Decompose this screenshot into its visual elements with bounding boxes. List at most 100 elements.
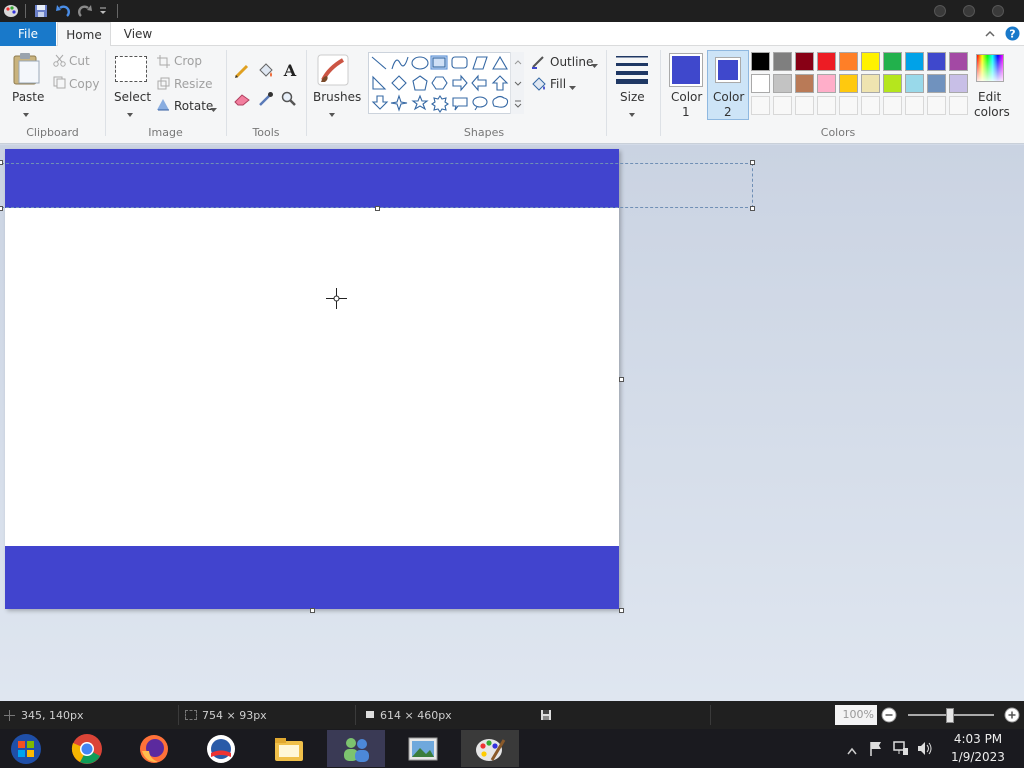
size-button[interactable]: Size: [620, 90, 645, 104]
clock-time[interactable]: 4:03 PM: [940, 732, 1016, 746]
zoom-out-button[interactable]: [881, 707, 897, 723]
palette-color-swatch[interactable]: [773, 52, 792, 71]
selection-handle[interactable]: [750, 206, 755, 211]
custom-color-slot[interactable]: [927, 96, 946, 115]
outline-icon[interactable]: [531, 54, 546, 69]
start-button[interactable]: [0, 730, 52, 767]
palette-color-swatch[interactable]: [751, 74, 770, 93]
close-button[interactable]: [992, 5, 1004, 17]
outline-button[interactable]: Outline: [550, 55, 593, 69]
network-icon[interactable]: [893, 741, 909, 759]
color1-label[interactable]: Color: [671, 90, 702, 104]
selection-handle[interactable]: [750, 160, 755, 165]
select-dropdown-icon[interactable]: [126, 108, 134, 121]
palette-color-swatch[interactable]: [839, 52, 858, 71]
obama-logo-taskbar-icon[interactable]: [192, 730, 250, 767]
resize-button[interactable]: Resize: [174, 77, 212, 91]
undo-icon[interactable]: [54, 2, 72, 20]
custom-color-slot[interactable]: [817, 96, 836, 115]
paint-app-icon[interactable]: [2, 2, 20, 20]
fill-dropdown-icon[interactable]: [569, 81, 576, 94]
pencil-icon[interactable]: [234, 63, 250, 79]
color2-swatch[interactable]: [715, 57, 741, 83]
select-button[interactable]: Select: [114, 90, 151, 104]
selection-handle[interactable]: [0, 206, 3, 211]
rotate-button[interactable]: Rotate: [174, 99, 213, 113]
magnifier-icon[interactable]: [281, 91, 297, 107]
palette-color-swatch[interactable]: [949, 52, 968, 71]
palette-color-swatch[interactable]: [817, 52, 836, 71]
custom-color-slot[interactable]: [905, 96, 924, 115]
palette-color-swatch[interactable]: [905, 52, 924, 71]
palette-color-swatch[interactable]: [861, 52, 880, 71]
paste-dropdown-icon[interactable]: [22, 108, 30, 121]
shapes-scroll[interactable]: [510, 52, 524, 114]
canvas-resize-handle-right[interactable]: [619, 377, 624, 382]
select-icon[interactable]: [115, 56, 147, 82]
palette-color-swatch[interactable]: [795, 52, 814, 71]
rotate-dropdown-icon[interactable]: [210, 103, 217, 116]
selection-handle[interactable]: [375, 206, 380, 211]
canvas-resize-handle-bottom[interactable]: [310, 608, 315, 613]
palette-color-swatch[interactable]: [861, 74, 880, 93]
brushes-button[interactable]: Brushes: [313, 90, 361, 104]
crop-button[interactable]: Crop: [174, 54, 202, 68]
custom-color-slot[interactable]: [751, 96, 770, 115]
color1-swatch[interactable]: [669, 53, 703, 87]
paste-icon[interactable]: [10, 52, 44, 86]
collapse-ribbon-icon[interactable]: [983, 27, 997, 41]
custom-color-slot[interactable]: [795, 96, 814, 115]
palette-color-swatch[interactable]: [883, 74, 902, 93]
paint-taskbar-icon[interactable]: [461, 730, 519, 767]
custom-color-slot[interactable]: [839, 96, 858, 115]
canvas-resize-handle-corner[interactable]: [619, 608, 624, 613]
palette-color-swatch[interactable]: [949, 74, 968, 93]
outline-dropdown-icon[interactable]: [591, 59, 598, 72]
chrome-taskbar-icon[interactable]: [58, 730, 116, 767]
copy-button[interactable]: Copy: [69, 77, 99, 91]
palette-color-swatch[interactable]: [839, 74, 858, 93]
custom-color-slot[interactable]: [949, 96, 968, 115]
custom-color-slot[interactable]: [883, 96, 902, 115]
palette-color-swatch[interactable]: [773, 74, 792, 93]
maximize-button[interactable]: [963, 5, 975, 17]
tab-file[interactable]: File: [0, 22, 56, 46]
color-picker-icon[interactable]: [258, 91, 274, 107]
selection-handle[interactable]: [0, 160, 3, 165]
minimize-button[interactable]: [934, 5, 946, 17]
redo-icon[interactable]: [76, 2, 94, 20]
shapes-grid-icon[interactable]: [369, 53, 525, 115]
size-icon[interactable]: [615, 54, 649, 86]
edit-colors-icon[interactable]: [976, 54, 1004, 82]
brushes-dropdown-icon[interactable]: [328, 108, 336, 121]
fill-bucket-icon[interactable]: [257, 63, 274, 79]
file-explorer-taskbar-icon[interactable]: [260, 730, 318, 767]
customize-qat-icon[interactable]: [97, 2, 109, 20]
palette-color-swatch[interactable]: [927, 52, 946, 71]
photo-viewer-taskbar-icon[interactable]: [394, 730, 452, 767]
palette-color-swatch[interactable]: [905, 74, 924, 93]
palette-color-swatch[interactable]: [817, 74, 836, 93]
save-icon[interactable]: [32, 2, 50, 20]
zoom-slider-thumb[interactable]: [946, 708, 954, 723]
help-icon[interactable]: ?: [1005, 26, 1020, 41]
cut-button[interactable]: Cut: [69, 54, 90, 68]
fill-button[interactable]: Fill: [550, 77, 566, 91]
firefox-taskbar-icon[interactable]: [125, 730, 183, 767]
eraser-icon[interactable]: [234, 92, 251, 106]
fill-icon[interactable]: [531, 76, 547, 91]
palette-color-swatch[interactable]: [927, 74, 946, 93]
zoom-in-button[interactable]: [1004, 707, 1020, 723]
size-dropdown-icon[interactable]: [628, 108, 636, 121]
palette-color-swatch[interactable]: [751, 52, 770, 71]
clock-date[interactable]: 1/9/2023: [940, 750, 1016, 764]
drawing-canvas[interactable]: [5, 149, 619, 609]
text-tool-icon[interactable]: A: [281, 61, 299, 80]
volume-icon[interactable]: [917, 741, 933, 759]
paste-button[interactable]: Paste: [12, 90, 44, 104]
palette-color-swatch[interactable]: [883, 52, 902, 71]
brushes-icon[interactable]: [317, 54, 349, 86]
people-taskbar-icon[interactable]: [327, 730, 385, 767]
palette-color-swatch[interactable]: [795, 74, 814, 93]
edit-colors-button[interactable]: Edit: [978, 90, 1001, 104]
